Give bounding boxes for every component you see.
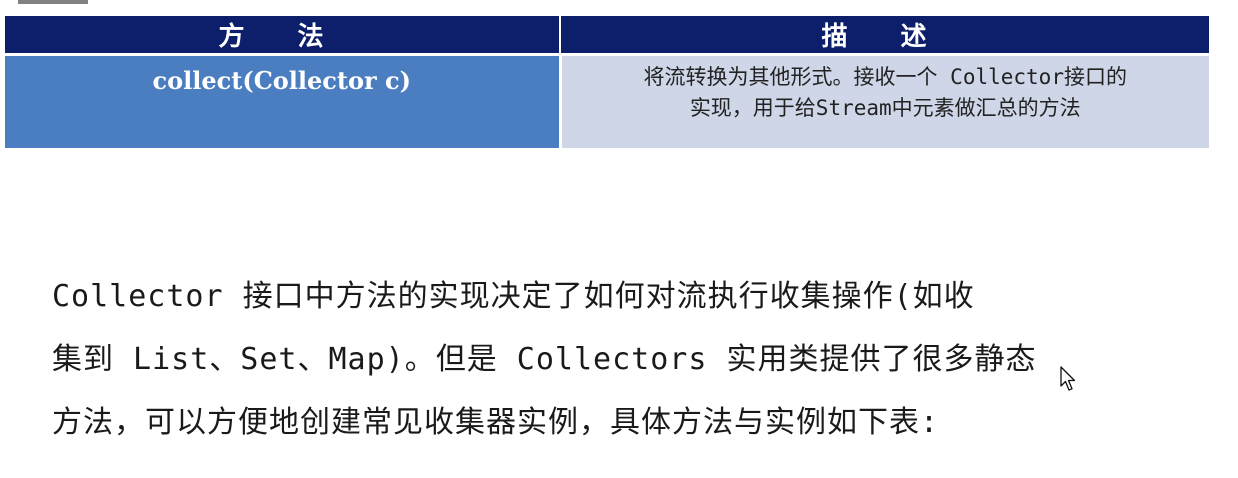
- top-strip: [0, 0, 1238, 14]
- description-line-2: 实现，用于给Stream中元素做汇总的方法: [689, 96, 1081, 120]
- table-header-row: 方 法 描 述: [5, 16, 1209, 55]
- paragraph-line-3: 方法，可以方便地创建常见收集器实例，具体方法与实例如下表:: [52, 405, 940, 440]
- method-table: 方 法 描 述 collect(Collector c) 将流转换为其他形式。接…: [5, 16, 1209, 148]
- paragraph-line-1: Collector 接口中方法的实现决定了如何对流执行收集操作(如收: [52, 279, 975, 314]
- description-cell: 将流转换为其他形式。接收一个 Collector接口的 实现，用于给Stream…: [560, 53, 1209, 148]
- explanation-paragraph: Collector 接口中方法的实现决定了如何对流执行收集操作(如收 集到 Li…: [52, 265, 1172, 454]
- header-description: 描 述: [560, 16, 1209, 55]
- paragraph-line-2: 集到 List、Set、Map)。但是 Collectors 实用类提供了很多静…: [52, 342, 1037, 377]
- description-line-1: 将流转换为其他形式。接收一个 Collector接口的: [643, 65, 1127, 89]
- mouse-pointer-icon: [1060, 366, 1076, 391]
- header-method: 方 法: [5, 16, 561, 55]
- table-row: collect(Collector c) 将流转换为其他形式。接收一个 Coll…: [5, 53, 1209, 148]
- method-cell: collect(Collector c): [5, 53, 562, 148]
- cropped-text-fragment: [18, 0, 88, 4]
